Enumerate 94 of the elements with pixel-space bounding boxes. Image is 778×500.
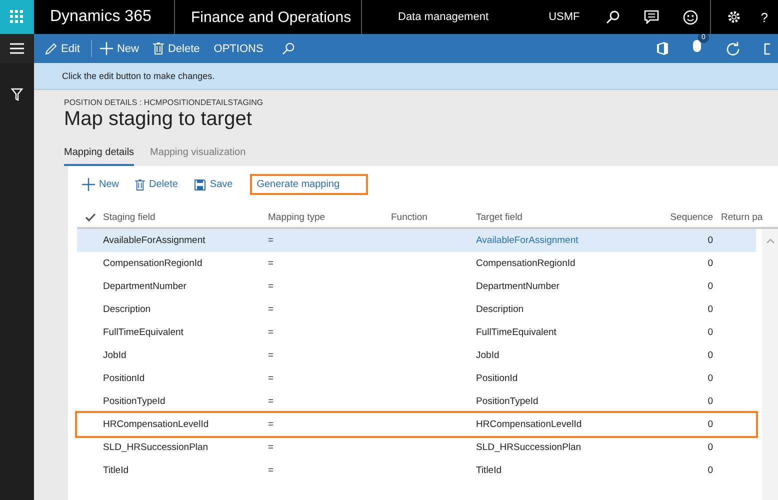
table-cell-text: CompensationRegionId [103, 258, 204, 269]
page-caption: POSITION DETAILS : HCMPOSITIONDETAILSTAGING [64, 98, 264, 107]
table-row[interactable]: PositionId = PositionId 0 [77, 367, 756, 390]
generate-mapping-button[interactable]: Generate mapping [252, 176, 366, 193]
table-row[interactable]: JobId = JobId 0 [77, 344, 756, 367]
column-header[interactable]: Sequence [636, 212, 713, 222]
table-row[interactable]: Description = Description 0 [77, 298, 756, 321]
table-cell-text: DepartmentNumber [103, 281, 188, 292]
message-text: Click the edit button to make changes. [62, 71, 215, 81]
delete-button[interactable]: Delete [150, 40, 203, 57]
table-row[interactable]: AvailableForAssignment = AvailableForAssignment 0 [77, 229, 756, 252]
column-header[interactable]: Function [391, 212, 476, 222]
column-header[interactable]: Target field [476, 212, 636, 222]
page-title: Map staging to target [64, 107, 253, 131]
app-launcher-icon[interactable] [0, 0, 34, 34]
product-name[interactable]: Dynamics 365 [50, 8, 152, 26]
delete-button[interactable]: Delete [132, 176, 181, 192]
table-cell-text: SLD_HRSuccessionPlan [103, 442, 210, 453]
help-button[interactable]: ? [760, 10, 768, 24]
trash-icon [152, 42, 164, 55]
smiley-icon[interactable] [682, 10, 698, 24]
table-cell-text: = [268, 281, 275, 292]
table-cell-text: 0 [706, 465, 713, 476]
table-row[interactable]: PositionTypeId = PositionTypeId 0 [77, 390, 756, 413]
table-cell-text: JobId [103, 350, 128, 361]
table-cell-text: 0 [706, 281, 713, 292]
search-icon[interactable] [606, 10, 620, 24]
column-header[interactable]: Mapping type [268, 212, 391, 222]
table-cell-text: 0 [706, 327, 713, 338]
menu-icon[interactable] [10, 43, 24, 54]
company-name[interactable]: USMF [548, 11, 580, 23]
table-cell-text: = [268, 327, 275, 338]
column-header[interactable]: Return pa [713, 212, 763, 222]
trash-icon [135, 178, 146, 190]
save-button[interactable]: Save [190, 176, 236, 192]
options-button[interactable]: OPTIONS [210, 40, 266, 56]
table-cell-text: PositionId [103, 373, 146, 384]
table-cell-text: = [268, 258, 275, 269]
table-cell-text: FullTimeEquivalent [476, 327, 558, 338]
table-cell-text: 0 [706, 258, 713, 269]
plus-icon [82, 178, 95, 191]
table-row[interactable]: DepartmentNumber = DepartmentNumber 0 [77, 275, 756, 298]
table-cell-text: DepartmentNumber [476, 281, 560, 292]
new-button[interactable]: New [79, 176, 122, 193]
tab[interactable]: Mapping visualization [150, 147, 246, 166]
table-cell-text: FullTimeEquivalent [103, 327, 184, 338]
table-cell-text: = [268, 396, 275, 407]
table-cell-text: = [268, 419, 275, 430]
table-cell-text: PositionTypeId [103, 396, 166, 407]
window-icon[interactable] [764, 42, 770, 54]
table-cell-text: 0 [706, 419, 713, 430]
table-cell-text: = [268, 304, 275, 315]
module-name: Data management [397, 10, 490, 25]
refresh-icon[interactable] [726, 42, 740, 56]
new-button[interactable]: New [90, 40, 142, 57]
settings-icon[interactable] [726, 10, 741, 24]
table-row[interactable]: FullTimeEquivalent = FullTimeEquivalent 0 [77, 321, 756, 344]
table-cell-text: PositionId [476, 373, 519, 384]
table-cell-text: = [268, 442, 275, 453]
table-cell-text: 0 [706, 373, 713, 384]
table-cell-text: PositionTypeId [476, 396, 540, 407]
message-icon[interactable] [644, 10, 659, 24]
table-cell-text: TitleId [476, 465, 503, 476]
table-row[interactable]: SLD_HRSuccessionPlan = SLD_HRSuccessionPlan 0 [77, 436, 756, 459]
pencil-icon [45, 42, 57, 54]
attachment-icon[interactable] [692, 39, 702, 53]
table-cell-text: HRCompensationLevelId [476, 419, 583, 430]
table-cell-text: 0 [706, 396, 713, 407]
table-cell-text: = [268, 465, 275, 476]
table-row[interactable]: CompensationRegionId = CompensationRegionId 0 [77, 252, 756, 275]
table-cell-text: 0 [706, 304, 713, 315]
office-icon[interactable] [657, 42, 668, 55]
table-cell-text: = [268, 235, 275, 246]
table-cell-text: AvailableForAssignment [103, 235, 206, 246]
table-cell-text: HRCompensationLevelId [103, 419, 210, 430]
plus-icon [100, 42, 113, 55]
table-cell-text: CompensationRegionId [476, 258, 576, 269]
table-cell-text: = [268, 350, 275, 361]
select-all-checkmark-icon[interactable] [84, 212, 96, 222]
table-cell-text: 0 [706, 235, 713, 246]
column-header[interactable]: Staging field [103, 212, 268, 222]
table-cell-text: 0 [706, 442, 713, 453]
table-cell-text: TitleId [103, 465, 130, 476]
table-cell-text: Description [103, 304, 152, 315]
table-row[interactable]: TitleId = TitleId 0 [77, 459, 756, 482]
filter-icon[interactable] [11, 88, 23, 101]
edit-button[interactable]: Edit [42, 40, 83, 56]
table-row[interactable]: HRCompensationLevelId = HRCompensationLevelId 0 [77, 413, 756, 436]
table-cell-text: SLD_HRSuccessionPlan [476, 442, 582, 453]
table-cell-text: Description [476, 304, 525, 315]
table-cell-text: 0 [706, 350, 713, 361]
table-cell-text: JobId [476, 350, 500, 361]
table-cell[interactable]: AvailableForAssignment [476, 235, 636, 246]
table-cell-text: = [268, 373, 275, 384]
